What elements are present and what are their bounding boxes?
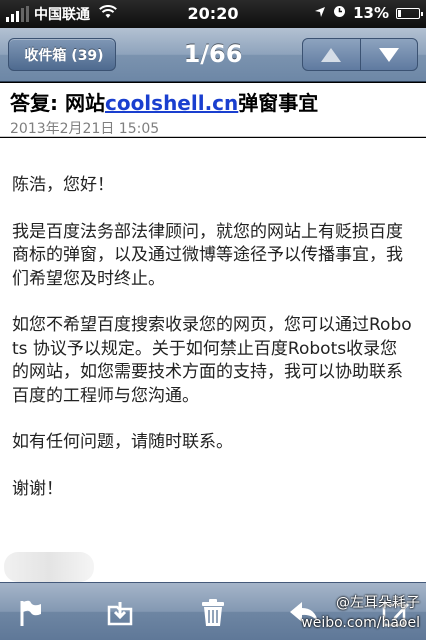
delete-button[interactable] <box>197 597 229 629</box>
up-triangle-icon <box>321 47 342 62</box>
alarm-icon <box>333 4 346 22</box>
subject-link[interactable]: coolshell.cn <box>105 91 238 115</box>
previous-message-button[interactable] <box>303 39 361 70</box>
message-header: 答复: 网站coolshell.cn弹窗事宜 2013年2月21日 15:05 <box>0 83 426 137</box>
blurred-signature <box>4 552 94 582</box>
message-date: 2013年2月21日 15:05 <box>10 121 160 137</box>
bottom-toolbar: @左耳朵耗子 weibo.com/haoel <box>0 582 426 640</box>
flag-icon <box>20 600 41 626</box>
message-subject: 答复: 网站coolshell.cn弹窗事宜 <box>10 87 416 116</box>
watermark-handle: @左耳朵耗子 <box>336 595 420 611</box>
weibo-watermark: @左耳朵耗子 weibo.com/haoel <box>301 593 420 633</box>
next-message-button[interactable] <box>361 39 418 70</box>
back-button-label: 收件箱 (39) <box>24 47 104 64</box>
down-triangle-icon <box>378 47 399 62</box>
status-bar: 中国联通 20:20 13% <box>0 0 426 28</box>
watermark-url: weibo.com/haoel <box>301 615 420 631</box>
subject-suffix: 弹窗事宜 <box>238 91 319 115</box>
move-folder-icon <box>107 602 133 626</box>
location-icon <box>314 4 326 22</box>
nav-bar: 收件箱 (39) 1/66 <box>0 28 426 82</box>
subject-prefix: 答复: 网站 <box>10 91 105 115</box>
greeting: 陈浩，您好！ <box>12 175 114 195</box>
flag-button[interactable] <box>14 597 46 629</box>
move-button[interactable] <box>104 597 136 629</box>
body-paragraph: 如您不希望百度搜索收录您的网页，您可以通过Robots 协议予以规定。关于如何禁… <box>12 315 412 406</box>
message-navigation <box>302 38 418 71</box>
battery-percent: 13% <box>353 4 389 22</box>
battery-icon <box>396 7 423 19</box>
body-paragraph: 如有任何问题，请随时联系。 <box>12 432 233 452</box>
trash-icon <box>202 599 224 626</box>
closing: 谢谢！ <box>12 478 63 499</box>
status-right: 13% <box>314 4 423 22</box>
message-body: 陈浩，您好！ 我是百度法务部法律顾问，就您的网站上有贬损百度商标的弹窗，以及通过… <box>0 138 426 582</box>
body-paragraph: 我是百度法务部法律顾问，就您的网站上有贬损百度商标的弹窗，以及通过微博等途径予以… <box>12 221 403 289</box>
